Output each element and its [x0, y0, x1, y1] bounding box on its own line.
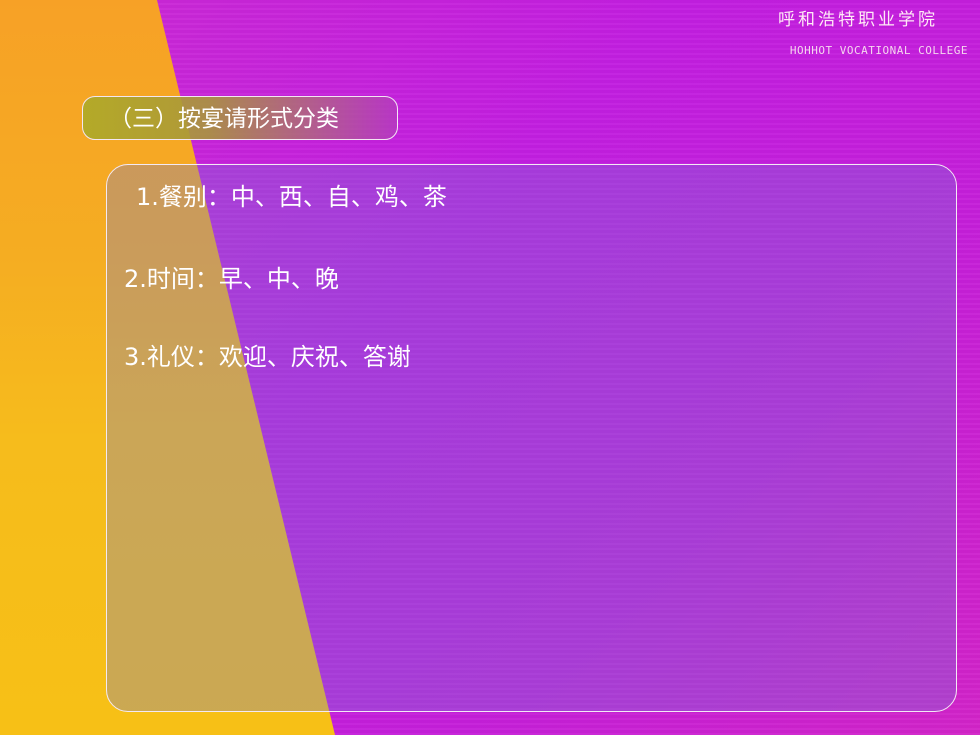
section-title: （三）按宴请形式分类	[109, 106, 339, 132]
content-box	[106, 164, 957, 712]
institution-logo: 呼和浩特职业学院 HOHHOT VOCATIONAL COLLEGE	[778, 8, 968, 57]
list-item: 2.时间：早、中、晚	[124, 265, 339, 293]
institution-name-en: HOHHOT VOCATIONAL COLLEGE	[789, 44, 968, 57]
list-item: 1.餐别：中、西、自、鸡、茶	[136, 183, 447, 211]
institution-name-cn: 呼和浩特职业学院	[778, 10, 938, 30]
list-item: 3.礼仪：欢迎、庆祝、答谢	[124, 343, 411, 371]
slide: 呼和浩特职业学院 HOHHOT VOCATIONAL COLLEGE （三）按宴…	[0, 0, 980, 735]
section-heading-box: （三）按宴请形式分类	[82, 96, 398, 140]
